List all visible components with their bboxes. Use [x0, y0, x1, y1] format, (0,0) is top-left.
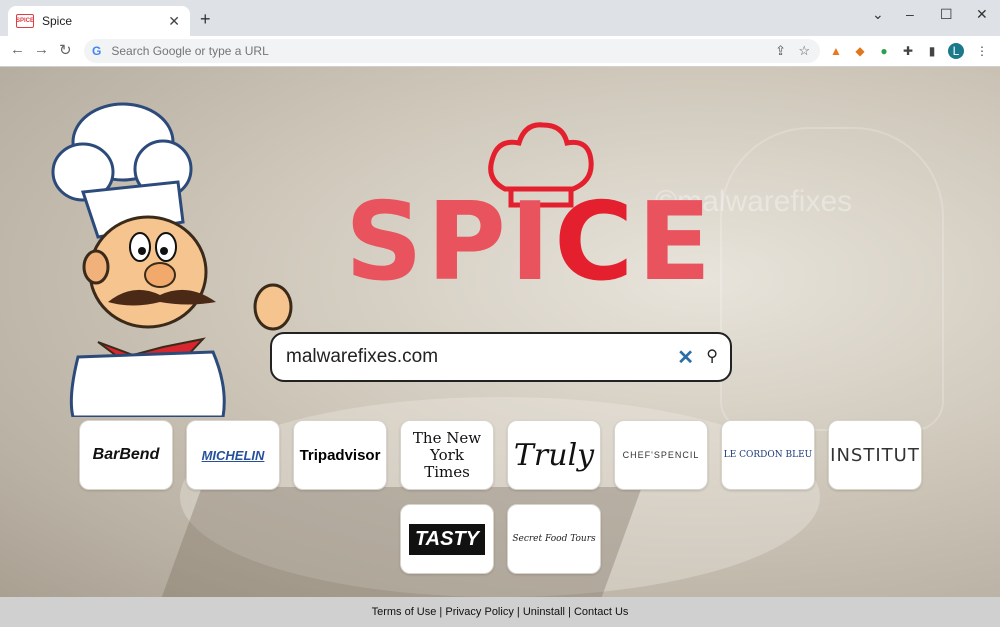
- profile-avatar-icon[interactable]: L: [948, 43, 964, 59]
- tile-label: Tripadvisor: [299, 446, 381, 464]
- tile-chefs-pencil[interactable]: CHEF'SPENCIL: [614, 420, 708, 490]
- tile-label: Truly: [513, 437, 595, 473]
- clear-icon[interactable]: ✕: [677, 345, 694, 370]
- new-tab-button[interactable]: +: [200, 9, 211, 30]
- uninstall-link[interactable]: Uninstall: [523, 606, 565, 618]
- menu-kebab-icon[interactable]: ⋮: [974, 43, 990, 59]
- tile-secret-food-tours[interactable]: Secret Food Tours: [507, 504, 601, 574]
- spice-favicon-icon: SPICE: [16, 14, 34, 28]
- close-window-button[interactable]: ✕: [976, 6, 988, 23]
- extension-fox-icon[interactable]: ▲: [828, 43, 844, 59]
- tile-label: The New York Times: [412, 428, 482, 481]
- tile-barbend[interactable]: BarBend: [79, 420, 173, 490]
- logo-wordmark: SPICE: [345, 189, 715, 297]
- chef-illustration: [51, 102, 293, 417]
- logo-text-c: C: [554, 180, 638, 305]
- background-wine-glass: [720, 127, 944, 431]
- extensions-puzzle-icon[interactable]: ✚: [900, 43, 916, 59]
- tile-truly[interactable]: Truly: [507, 420, 601, 490]
- google-icon: G: [92, 44, 102, 58]
- reload-icon[interactable]: ↻: [59, 41, 72, 59]
- spice-logo: SPICE: [345, 119, 711, 309]
- tile-label: TASTY: [408, 523, 486, 555]
- browser-toolbar: ← → ↻ G ⇪ ☆ ▲ ◆ ● ✚ ▮ L ⋮: [0, 36, 1000, 67]
- tile-label: LE CORDON BLEU: [723, 450, 813, 460]
- logo-text-after: E: [637, 180, 716, 305]
- address-input[interactable]: [109, 43, 714, 59]
- minimize-button[interactable]: –: [906, 6, 914, 22]
- address-bar[interactable]: G ⇪ ☆: [84, 39, 820, 63]
- tile-label: BarBend: [92, 446, 160, 463]
- tile-institut-paul-bocuse[interactable]: INSTITUT: [828, 420, 922, 490]
- extension-avatar-icon[interactable]: ●: [876, 43, 892, 59]
- footer-separator: |: [565, 606, 574, 618]
- tile-label: CHEF'SPENCIL: [622, 450, 700, 460]
- tile-new-york-times[interactable]: The New York Times: [400, 420, 494, 490]
- back-arrow-icon[interactable]: ←: [10, 41, 25, 58]
- maximize-button[interactable]: ☐: [940, 6, 953, 23]
- tab-strip: SPICE Spice ✕ + ⌄ – ☐ ✕: [0, 0, 1000, 36]
- contact-link[interactable]: Contact Us: [574, 606, 628, 618]
- footer-separator: |: [436, 606, 446, 618]
- forward-arrow-icon[interactable]: →: [34, 41, 49, 58]
- footer: Terms of Use | Privacy Policy | Uninstal…: [0, 597, 1000, 627]
- tab-close-icon[interactable]: ✕: [168, 13, 180, 30]
- tile-le-cordon-bleu[interactable]: LE CORDON BLEU: [721, 420, 815, 490]
- new-tab-page: ©malwarefixes SPICE ✕ ⚲ BarBend MICHELIN…: [0, 67, 1000, 597]
- search-input[interactable]: [284, 345, 668, 369]
- search-icon[interactable]: ⚲: [706, 346, 718, 366]
- bookmark-star-icon[interactable]: ☆: [798, 43, 810, 59]
- privacy-link[interactable]: Privacy Policy: [445, 606, 513, 618]
- footer-separator: |: [513, 606, 523, 618]
- tab-spice[interactable]: SPICE Spice ✕: [8, 6, 190, 36]
- terms-link[interactable]: Terms of Use: [372, 606, 437, 618]
- metamask-icon[interactable]: ◆: [852, 43, 868, 59]
- search-box[interactable]: ✕ ⚲: [270, 332, 732, 382]
- tile-tripadvisor[interactable]: Tripadvisor: [293, 420, 387, 490]
- tile-label: Secret Food Tours: [512, 534, 596, 544]
- logo-text-before: SPI: [345, 180, 555, 305]
- tab-search-chevron-icon[interactable]: ⌄: [872, 6, 884, 23]
- side-panel-icon[interactable]: ▮: [924, 43, 940, 59]
- tab-title: Spice: [42, 14, 73, 28]
- tile-michelin[interactable]: MICHELIN: [186, 420, 280, 490]
- share-icon[interactable]: ⇪: [775, 43, 786, 59]
- tile-label: INSTITUT: [830, 444, 920, 466]
- tile-tasty[interactable]: TASTY: [400, 504, 494, 574]
- tile-label: MICHELIN: [201, 447, 265, 463]
